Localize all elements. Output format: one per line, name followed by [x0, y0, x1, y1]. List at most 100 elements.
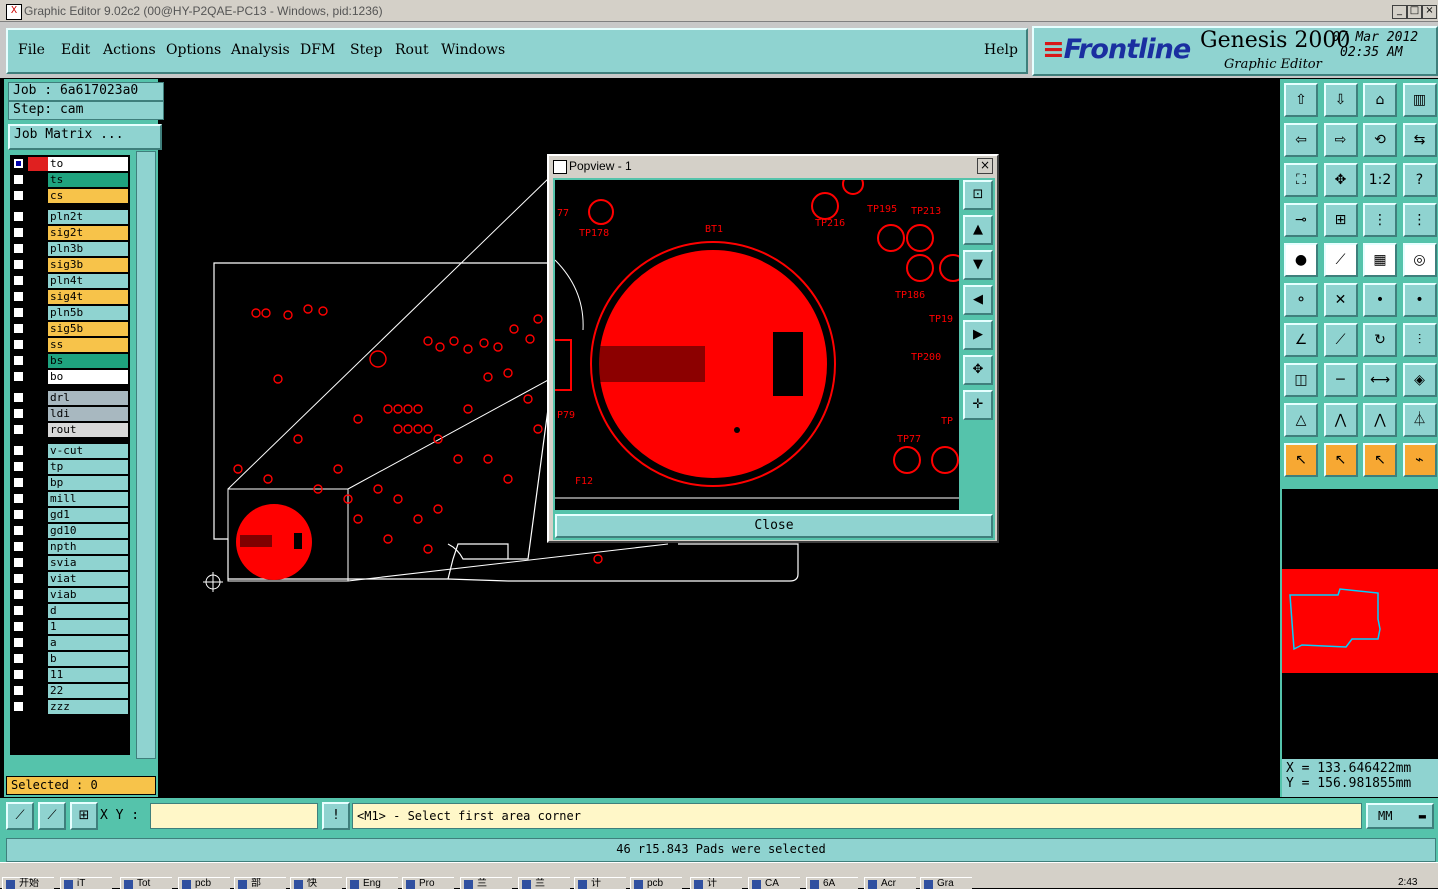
layer-scrollbar[interactable] — [136, 151, 156, 759]
layer-name[interactable]: gd10 — [48, 524, 128, 538]
menu-options[interactable]: Options — [166, 42, 221, 58]
layer-name[interactable]: a — [48, 636, 128, 650]
layer-row[interactable]: v-cut — [10, 444, 130, 458]
line-select-icon[interactable]: ⟋ — [1323, 323, 1358, 357]
taskbar-item[interactable]: Acr — [864, 877, 916, 889]
layer-name[interactable]: to — [48, 157, 128, 171]
layer-checkbox[interactable] — [13, 653, 24, 664]
layer-checkbox[interactable] — [13, 509, 24, 520]
pan-right-icon[interactable]: ▶ — [963, 320, 993, 350]
layer-name[interactable]: pln4t — [48, 274, 128, 288]
layer-row[interactable]: a — [10, 636, 130, 650]
route-icon[interactable]: ⌁ — [1402, 443, 1437, 477]
grid-tool-icon[interactable]: ⊞ — [70, 802, 98, 830]
layer-checkbox[interactable] — [13, 493, 24, 504]
layer-row[interactable]: cs — [10, 189, 130, 203]
layer-row[interactable]: viab — [10, 588, 130, 602]
menu-analysis[interactable]: Analysis — [231, 42, 290, 58]
layer-row[interactable]: gd1 — [10, 508, 130, 522]
group-icon[interactable]: ◈ — [1402, 363, 1437, 397]
xy-input[interactable] — [150, 803, 318, 829]
taskbar-item[interactable]: Eng — [346, 877, 398, 889]
layer-row[interactable]: ts — [10, 173, 130, 187]
taskbar-item[interactable]: 兰 — [518, 877, 570, 889]
horizontal-line-icon[interactable]: ─ — [1323, 363, 1358, 397]
layer-name[interactable]: zzz — [48, 700, 128, 714]
swap-icon[interactable]: ⇆ — [1402, 123, 1437, 157]
layer-row[interactable]: gd10 — [10, 524, 130, 538]
layer-name[interactable]: ss — [48, 338, 128, 352]
layer-checkbox[interactable] — [13, 291, 24, 302]
pan-left-icon[interactable]: ◀ — [963, 285, 993, 315]
layer-checkbox[interactable] — [13, 669, 24, 680]
menu-edit[interactable]: Edit — [61, 42, 90, 58]
undo-redo-icon[interactable]: ⟲ — [1363, 123, 1397, 157]
fit-icon[interactable]: ⊡ — [963, 180, 993, 210]
layer-row[interactable]: sig4t — [10, 290, 130, 304]
menu-actions[interactable]: Actions — [103, 42, 156, 58]
units-select[interactable]: MM ▬ — [1366, 803, 1434, 829]
ruler-icon[interactable]: ▦ — [1363, 243, 1397, 277]
popview-canvas[interactable]: 77 TP178 BT1 TP216 TP195 TP213 TP186 TP1… — [555, 180, 959, 510]
pointer-alt-icon[interactable]: ↖ — [1363, 443, 1397, 477]
left-arrow-icon[interactable]: ⇦ — [1284, 123, 1318, 157]
ratio-icon[interactable]: 1:2 — [1363, 163, 1397, 197]
pointer-icon[interactable]: ↖ — [1284, 443, 1318, 477]
layer-row[interactable]: d — [10, 604, 130, 618]
layer-row[interactable]: bp — [10, 476, 130, 490]
point-icon[interactable]: • — [1363, 283, 1397, 317]
layer-row[interactable]: pln2t — [10, 210, 130, 224]
menu-windows[interactable]: Windows — [441, 42, 505, 58]
layer-row[interactable]: 11 — [10, 668, 130, 682]
job-matrix-button[interactable]: Job Matrix ... — [8, 124, 162, 150]
layer-checkbox[interactable] — [13, 158, 24, 169]
layer-row[interactable]: pln5b — [10, 306, 130, 320]
zoom-in-icon[interactable]: ▲ — [963, 215, 993, 245]
layer-row[interactable]: ldi — [10, 407, 130, 421]
layer-red-icon[interactable]: ⋮ — [1363, 203, 1397, 237]
layer-row[interactable]: pln4t — [10, 274, 130, 288]
layer-alt-icon[interactable]: ⋮ — [1402, 203, 1437, 237]
layer-name[interactable]: mill — [48, 492, 128, 506]
layer-checkbox[interactable] — [13, 408, 24, 419]
layer-checkbox[interactable] — [13, 557, 24, 568]
layer-checkbox[interactable] — [13, 307, 24, 318]
grid-icon[interactable]: ⊞ — [1323, 203, 1358, 237]
layer-row[interactable]: tp — [10, 460, 130, 474]
layer-checkbox[interactable] — [13, 190, 24, 201]
popview-close-icon[interactable]: × — [977, 158, 993, 174]
down-arrow-icon[interactable]: ⇩ — [1323, 83, 1358, 117]
start-button[interactable]: 开始 — [2, 877, 54, 889]
layer-row[interactable]: bs — [10, 354, 130, 368]
layer-name[interactable]: viat — [48, 572, 128, 586]
layer-checkbox[interactable] — [13, 211, 24, 222]
right-arrow-icon[interactable]: ⇨ — [1323, 123, 1358, 157]
layer-name[interactable]: cs — [48, 189, 128, 203]
taskbar-item[interactable]: 计 — [690, 877, 742, 889]
dashed-line-icon[interactable]: ⟋ — [1323, 243, 1358, 277]
corner-tool-icon[interactable]: ⟋ — [6, 802, 34, 830]
layer-name[interactable]: bo — [48, 370, 128, 384]
zoom-icon[interactable]: ✥ — [1323, 163, 1358, 197]
menu-dfm[interactable]: DFM — [300, 42, 335, 58]
help-icon[interactable]: ? — [1402, 163, 1437, 197]
layer-name[interactable]: 1 — [48, 620, 128, 634]
taskbar-item[interactable]: Pro — [402, 877, 454, 889]
fit-screen-icon[interactable]: ✥ — [963, 355, 993, 385]
layer-row[interactable]: sig3b — [10, 258, 130, 272]
close-icon[interactable]: × — [1422, 5, 1437, 19]
taskbar-item[interactable]: iT — [60, 877, 112, 889]
layer-checkbox[interactable] — [13, 701, 24, 712]
layer-name[interactable]: sig3b — [48, 258, 128, 272]
triangle-up-icon[interactable]: ⋀ — [1363, 403, 1397, 437]
layer-checkbox[interactable] — [13, 525, 24, 536]
layer-row[interactable]: npth — [10, 540, 130, 554]
layer-row[interactable]: to — [10, 157, 130, 171]
circle-select-icon[interactable]: ◎ — [1402, 243, 1437, 277]
taskbar-item[interactable]: CA — [748, 877, 800, 889]
taskbar-item[interactable]: Gra — [920, 877, 972, 889]
layer-row[interactable]: sig5b — [10, 322, 130, 336]
home-icon[interactable]: ⌂ — [1363, 83, 1397, 117]
taskbar-item[interactable]: pcb — [178, 877, 230, 889]
fit-icon[interactable]: ⛶ — [1284, 163, 1318, 197]
